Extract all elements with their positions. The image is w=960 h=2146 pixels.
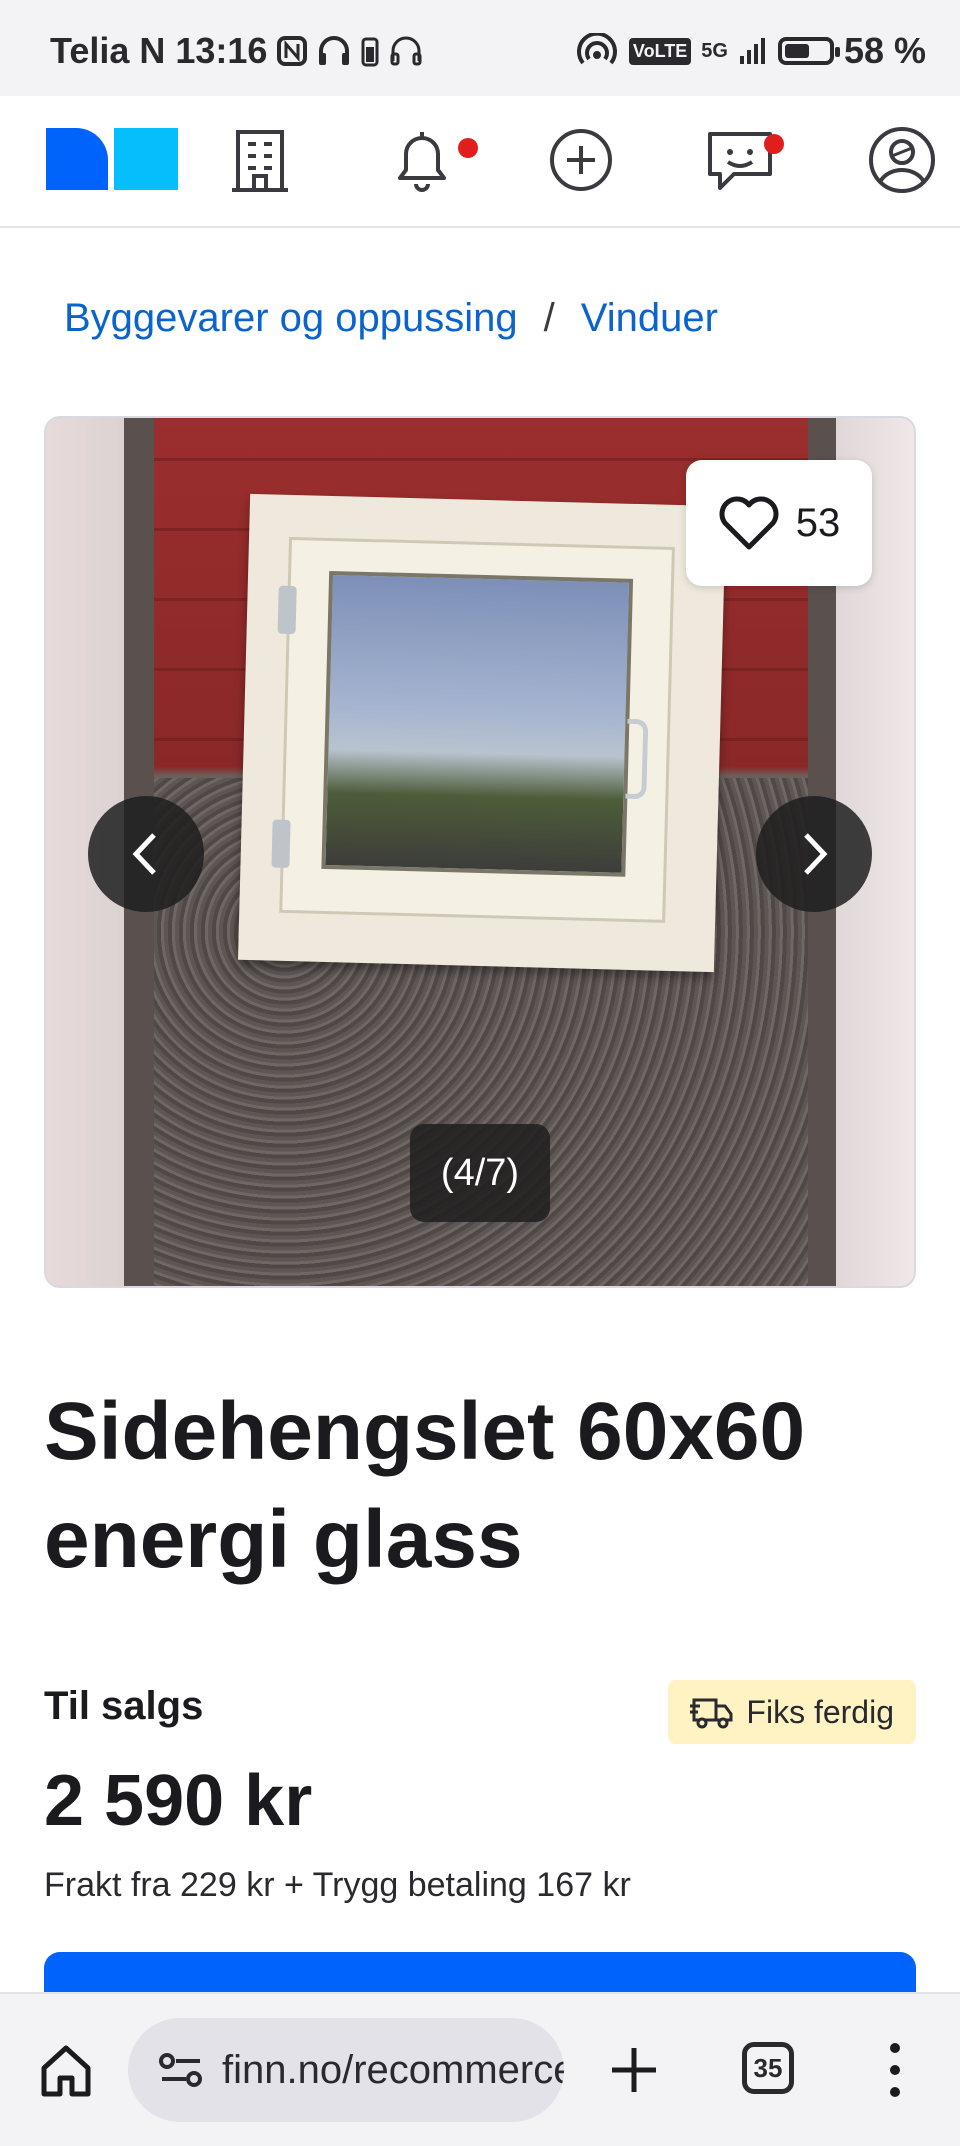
home-icon[interactable] bbox=[36, 2040, 96, 2100]
image-counter: (4/7) bbox=[410, 1124, 550, 1222]
breadcrumb-item-category[interactable]: Byggevarer og oppussing bbox=[64, 296, 518, 341]
device-battery-icon bbox=[361, 37, 379, 67]
breadcrumb-separator: / bbox=[543, 296, 555, 340]
hinge-top bbox=[277, 585, 297, 635]
add-circle-icon[interactable] bbox=[545, 124, 617, 196]
chevron-left-icon bbox=[132, 833, 156, 875]
next-image-button[interactable] bbox=[756, 796, 872, 912]
profile-icon[interactable] bbox=[866, 124, 938, 196]
network-label: 5G bbox=[701, 39, 728, 62]
window-handle bbox=[625, 718, 649, 800]
building-icon[interactable] bbox=[224, 124, 296, 196]
headphones-outline-icon bbox=[390, 36, 422, 66]
status-right: VoLTE 5G 58 % bbox=[575, 30, 926, 72]
favorite-button[interactable]: 53 bbox=[686, 460, 872, 586]
window-sash bbox=[271, 536, 675, 923]
heart-icon bbox=[719, 496, 779, 550]
more-menu-icon[interactable] bbox=[880, 2038, 910, 2102]
badge-label: Fiks ferdig bbox=[746, 1693, 894, 1730]
signal-icon bbox=[739, 38, 765, 64]
delivery-truck-icon bbox=[690, 1698, 733, 1729]
listing-title: Sidehengslet 60x60 energi glass bbox=[44, 1386, 806, 1585]
hotspot-icon bbox=[576, 33, 617, 65]
volte-badge: VoLTE bbox=[628, 37, 692, 65]
listing-price: 2 590 kr bbox=[44, 1761, 313, 1841]
hinge-bottom bbox=[271, 819, 291, 869]
new-tab-icon[interactable] bbox=[604, 2040, 664, 2100]
url-bar[interactable]: finn.no/recommerce bbox=[128, 2018, 564, 2122]
battery-fill bbox=[784, 44, 809, 58]
chat-notification-dot bbox=[764, 134, 784, 154]
bell-notification-dot bbox=[458, 138, 478, 158]
nfc-icon bbox=[277, 36, 308, 66]
chevron-right-icon bbox=[804, 833, 828, 875]
fiks-ferdig-badge[interactable]: Fiks ferdig bbox=[668, 1680, 916, 1744]
site-settings-icon[interactable] bbox=[158, 2050, 204, 2090]
battery-icon bbox=[777, 37, 840, 65]
window-glass bbox=[321, 570, 634, 877]
favorite-count: 53 bbox=[795, 500, 841, 545]
chat-icon[interactable] bbox=[704, 124, 776, 196]
breadcrumb-item-subcategory[interactable]: Vinduer bbox=[581, 296, 718, 341]
bell-icon[interactable] bbox=[386, 124, 458, 196]
image-gallery[interactable]: 53 (4/7) bbox=[44, 416, 916, 1288]
browser-bottom-bar: finn.no/recommerce 35 bbox=[0, 1992, 960, 2146]
previous-image-button[interactable] bbox=[88, 796, 204, 912]
status-left: Telia N 13:16 bbox=[50, 30, 423, 72]
headphones-icon bbox=[319, 36, 350, 65]
listing-status: Til salgs bbox=[44, 1684, 204, 1728]
finn-logo[interactable] bbox=[46, 128, 178, 190]
status-bar: Telia N 13:16 VoLTE 5G 58 % bbox=[0, 0, 960, 96]
tab-switcher-button[interactable]: 35 bbox=[742, 2042, 794, 2094]
url-text: finn.no/recommerce bbox=[222, 2047, 564, 2092]
time-label: 13:16 bbox=[175, 30, 268, 71]
battery-label: 58 % bbox=[843, 30, 926, 71]
carrier-label: Telia N bbox=[50, 30, 166, 71]
breadcrumb: Byggevarer og oppussing / Vinduer bbox=[64, 296, 718, 341]
window-frame bbox=[237, 493, 727, 973]
top-nav bbox=[0, 96, 960, 228]
shipping-info: Frakt fra 229 kr + Trygg betaling 167 kr bbox=[44, 1866, 631, 1904]
